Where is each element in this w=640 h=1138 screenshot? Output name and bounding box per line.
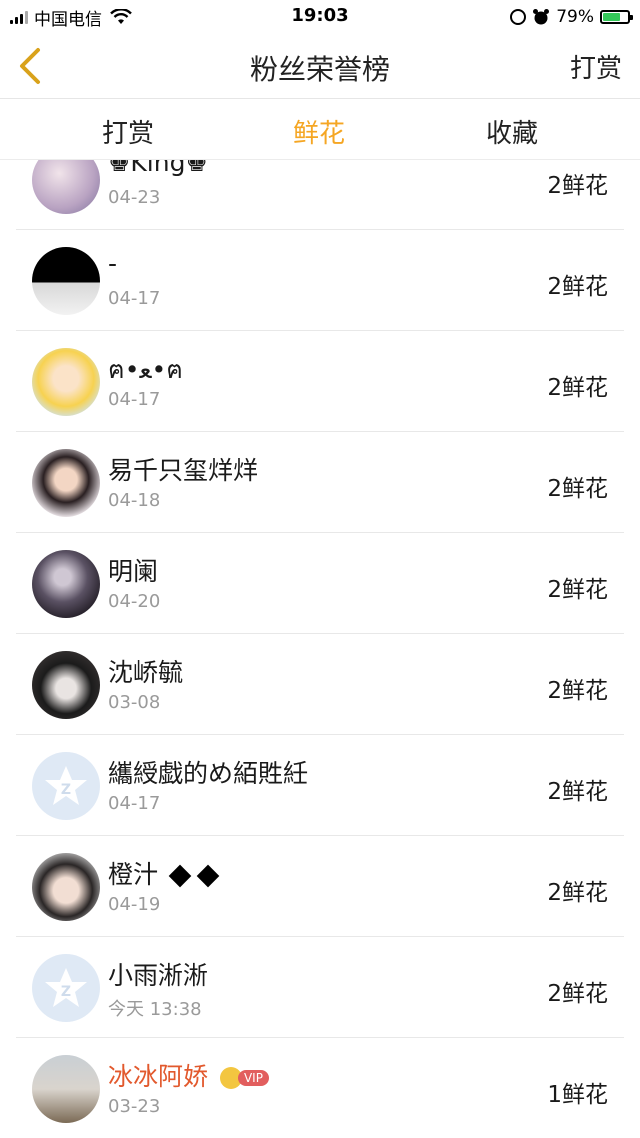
fan-name: 小雨淅淅 (108, 961, 209, 990)
fan-name: ฅ•ﻌ•ฅ (108, 355, 184, 384)
page-title: 粉丝荣誉榜 (249, 53, 390, 86)
alarm-icon (533, 9, 550, 25)
default-avatar-icon: Z (45, 766, 87, 805)
avatar (32, 160, 100, 214)
flower-count: 2鲜花 (547, 678, 608, 704)
fan-name-text: 冰冰阿娇 (108, 1062, 209, 1091)
fan-date: 04-17 (108, 288, 161, 309)
list-item[interactable]: 沈峤毓 03-08 2鲜花 (16, 635, 624, 735)
avatar (32, 853, 100, 921)
fan-date: 04-19 (108, 894, 161, 915)
flower-count: 1鲜花 (547, 1082, 608, 1108)
unknown-glyph-icon (196, 864, 220, 888)
status-bar: 中国电信 19:03 79% (0, 0, 640, 34)
list-item[interactable]: ♚King♚ 04-23 2鲜花 (16, 160, 624, 230)
flower-count: 2鲜花 (547, 173, 608, 199)
flower-count: 2鲜花 (547, 375, 608, 401)
list-item[interactable]: Z 小雨淅淅 今天 13:38 2鲜花 (16, 938, 624, 1038)
vip-badge: VIP (219, 1067, 269, 1089)
default-avatar-icon: Z (45, 968, 87, 1007)
avatar (32, 651, 100, 719)
flower-count: 2鲜花 (547, 476, 608, 502)
tab-flowers[interactable]: 鲜花 (259, 113, 379, 150)
fan-date: 03-08 (108, 692, 161, 713)
fan-name: 橙汁 (108, 855, 222, 891)
fan-name: 沈峤毓 (108, 658, 184, 687)
tab-bar: 打赏 鲜花 收藏 (0, 99, 640, 160)
list-item[interactable]: Z 纗綬戯的め絔貹紝 04-17 2鲜花 (16, 736, 624, 836)
flower-count: 2鲜花 (547, 981, 608, 1007)
list-item[interactable]: 易千只玺烊烊 04-18 2鲜花 (16, 433, 624, 533)
battery-icon (600, 10, 633, 24)
list-item[interactable]: - 04-17 2鲜花 (16, 231, 624, 331)
svg-text:Z: Z (61, 782, 71, 798)
list-item[interactable]: ฅ•ﻌ•ฅ 04-17 2鲜花 (16, 332, 624, 432)
tab-favorites[interactable]: 收藏 (452, 113, 572, 150)
reward-button[interactable]: 打赏 (570, 48, 622, 85)
fan-date: 03-23 (108, 1096, 161, 1117)
flower-count: 2鲜花 (547, 779, 608, 805)
flower-count: 2鲜花 (547, 577, 608, 603)
avatar (32, 1055, 100, 1123)
fan-name: 纗綬戯的め絔貹紝 (108, 759, 309, 788)
avatar (32, 449, 100, 517)
svg-text:Z: Z (61, 984, 71, 1000)
navigation-bar: 粉丝荣誉榜 打赏 (0, 34, 640, 99)
battery-percent: 79% (556, 7, 594, 27)
list-item[interactable]: 明阑 04-20 2鲜花 (16, 534, 624, 634)
list-item[interactable]: 冰冰阿娇 VIP 03-23 1鲜花 (16, 1039, 624, 1138)
fan-date: 今天 13:38 (108, 999, 202, 1020)
avatar: Z (32, 752, 100, 820)
fan-name: - (108, 249, 118, 278)
flower-count: 2鲜花 (547, 274, 608, 300)
fan-date: 04-17 (108, 389, 161, 410)
avatar: Z (32, 954, 100, 1022)
flower-count: 2鲜花 (547, 880, 608, 906)
battery-fill (603, 13, 620, 21)
fan-name: 冰冰阿娇 VIP (108, 1057, 269, 1093)
orientation-lock-icon (510, 9, 527, 25)
fan-name: 易千只玺烊烊 (108, 456, 259, 485)
avatar (32, 550, 100, 618)
list-item[interactable]: 橙汁 04-19 2鲜花 (16, 837, 624, 937)
avatar (32, 348, 100, 416)
tab-reward[interactable]: 打赏 (68, 113, 188, 150)
vip-label: VIP (237, 1070, 269, 1086)
status-right: 79% (510, 5, 633, 29)
fan-date: 04-17 (108, 793, 161, 814)
fan-date: 04-18 (108, 490, 161, 511)
fan-date: 04-20 (108, 591, 161, 612)
fan-name: 明阑 (108, 557, 159, 586)
fan-name-text: 橙汁 (108, 860, 159, 889)
fan-list: ♚King♚ 04-23 2鲜花 - 04-17 2鲜花 ฅ•ﻌ•ฅ 04-17… (0, 160, 640, 1138)
fan-name: ♚King♚ (108, 160, 208, 177)
fan-date: 04-23 (108, 187, 161, 208)
unknown-glyph-icon (168, 864, 192, 888)
avatar (32, 247, 100, 315)
